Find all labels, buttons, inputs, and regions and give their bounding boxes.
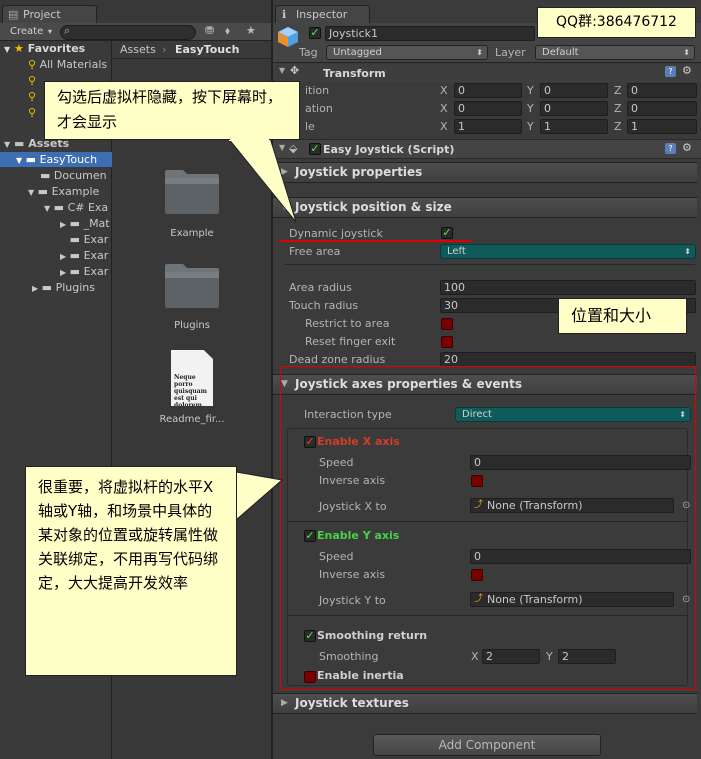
callout-pointer-cover <box>229 137 269 141</box>
callout-pointer-line <box>269 139 300 140</box>
callout-dynamic-joystick: 勾选后虚拟杆隐藏，按下屏幕时，才会显示 <box>44 81 300 140</box>
callout-axes: 很重要，将虚拟杆的水平X轴或Y轴，和场景中具体的某对象的位置或旋转属性做关联绑定… <box>25 466 237 676</box>
callout-pointer-line <box>44 139 230 140</box>
callout-position-size: 位置和大小 <box>558 298 687 334</box>
